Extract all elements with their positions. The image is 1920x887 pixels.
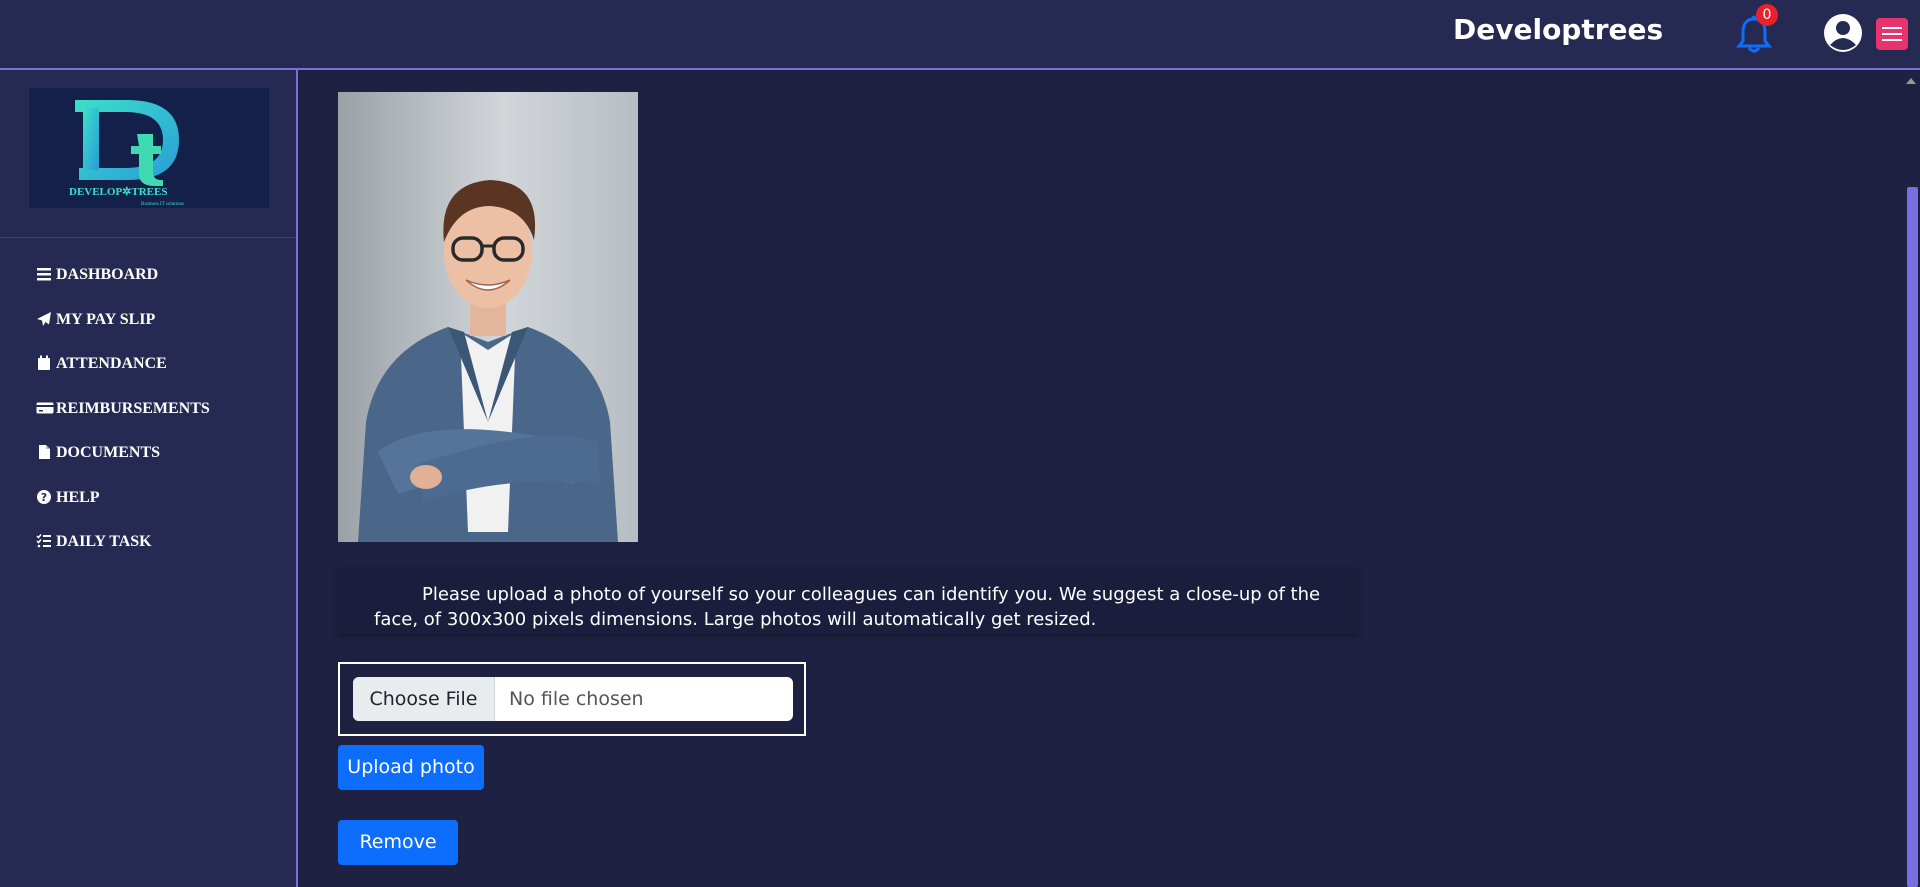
- user-avatar-icon[interactable]: [1823, 13, 1863, 53]
- sidebar-item-help[interactable]: ? HELP: [36, 489, 210, 534]
- main-content: Please upload a photo of yourself so you…: [300, 72, 1900, 887]
- calendar-icon: [36, 355, 54, 371]
- sidebar-item-documents[interactable]: DOCUMENTS: [36, 444, 210, 489]
- file-icon: [36, 444, 54, 460]
- file-input[interactable]: Choose File No file chosen: [353, 677, 793, 721]
- bars-icon: [36, 266, 54, 282]
- list-check-icon: [36, 533, 54, 549]
- sidebar-item-label: ATTENDANCE: [56, 355, 167, 372]
- profile-photo: [338, 92, 638, 542]
- sidebar-item-attendance[interactable]: ATTENDANCE: [36, 355, 210, 400]
- upload-instructions: Please upload a photo of yourself so you…: [338, 568, 1358, 634]
- scrollbar-thumb[interactable]: [1907, 187, 1918, 887]
- logo-wordmark: DEVELOP✲TREES: [69, 186, 167, 198]
- upload-photo-button[interactable]: Upload photo: [338, 745, 484, 790]
- brand-title: Developtrees: [1453, 13, 1664, 46]
- credit-card-icon: [36, 400, 54, 416]
- sidebar-item-label: DOCUMENTS: [56, 444, 161, 461]
- sidebar-nav: DASHBOARD MY PAY SLIP ATTENDANCE REIMBUR…: [36, 266, 210, 578]
- remove-photo-button[interactable]: Remove: [338, 820, 458, 865]
- company-logo[interactable]: DEVELOP✲TREES Business IT solutions: [29, 88, 269, 208]
- paper-plane-icon: [36, 311, 54, 327]
- hamburger-menu-button[interactable]: [1876, 18, 1908, 50]
- sidebar-item-reimbursements[interactable]: REIMBURSEMENTS: [36, 400, 210, 445]
- file-status-text: No file chosen: [509, 688, 644, 710]
- choose-file-button[interactable]: Choose File: [353, 677, 495, 721]
- sidebar-item-label: MY PAY SLIP: [56, 310, 156, 328]
- svg-text:?: ?: [41, 491, 47, 504]
- sidebar-divider: [0, 237, 296, 238]
- sidebar: DEVELOP✲TREES Business IT solutions DASH…: [0, 70, 298, 887]
- sidebar-item-label: DAILY TASK: [56, 533, 152, 550]
- notification-count-badge: 0: [1756, 4, 1778, 26]
- sidebar-item-dashboard[interactable]: DASHBOARD: [36, 266, 210, 311]
- sidebar-item-label: DASHBOARD: [56, 266, 159, 283]
- sidebar-item-daily-task[interactable]: DAILY TASK: [36, 533, 210, 578]
- sidebar-item-label: HELP: [56, 488, 100, 506]
- top-navbar: Developtrees 0: [0, 0, 1920, 70]
- question-circle-icon: ?: [36, 489, 54, 505]
- file-input-container: Choose File No file chosen: [338, 662, 806, 736]
- sidebar-item-label: REIMBURSEMENTS: [56, 399, 210, 417]
- scroll-up-arrow-icon[interactable]: [1906, 78, 1916, 84]
- logo-tagline: Business IT solutions: [141, 202, 184, 207]
- sidebar-item-my-pay-slip[interactable]: MY PAY SLIP: [36, 311, 210, 356]
